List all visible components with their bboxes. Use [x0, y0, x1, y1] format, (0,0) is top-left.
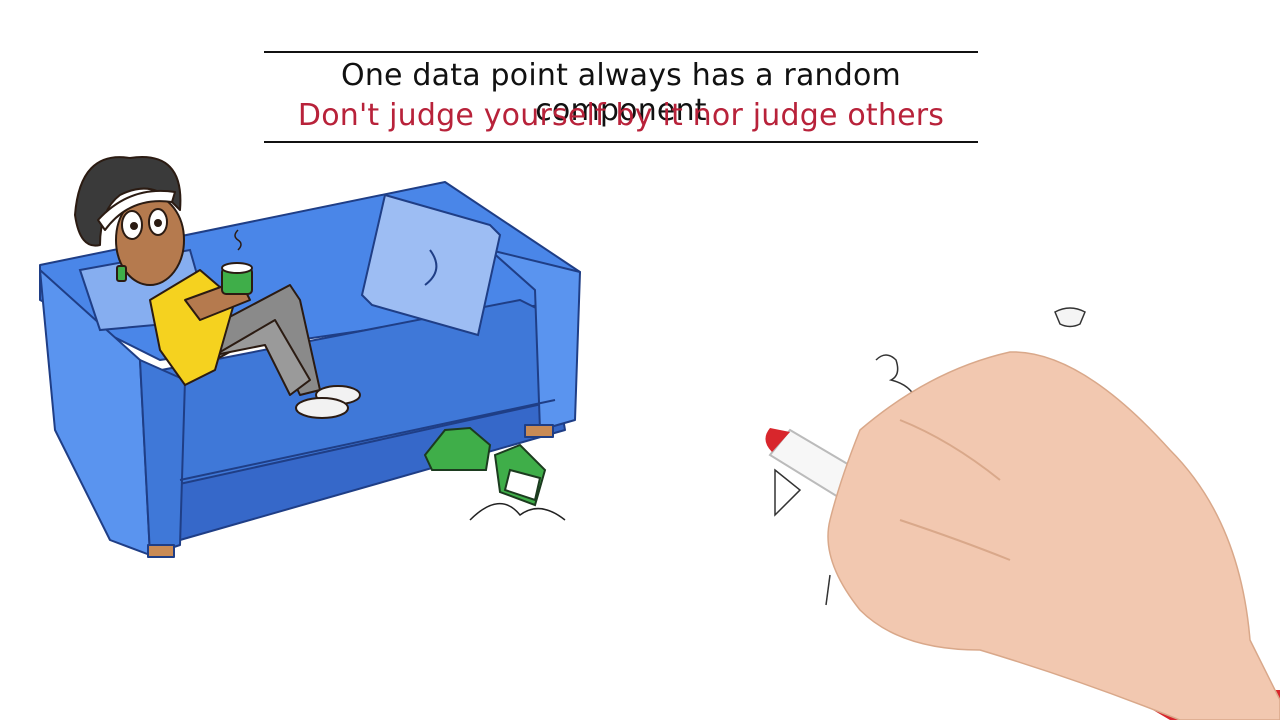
hand-with-marker-icon [765, 351, 1280, 720]
illustration-scene [39, 156, 1280, 720]
